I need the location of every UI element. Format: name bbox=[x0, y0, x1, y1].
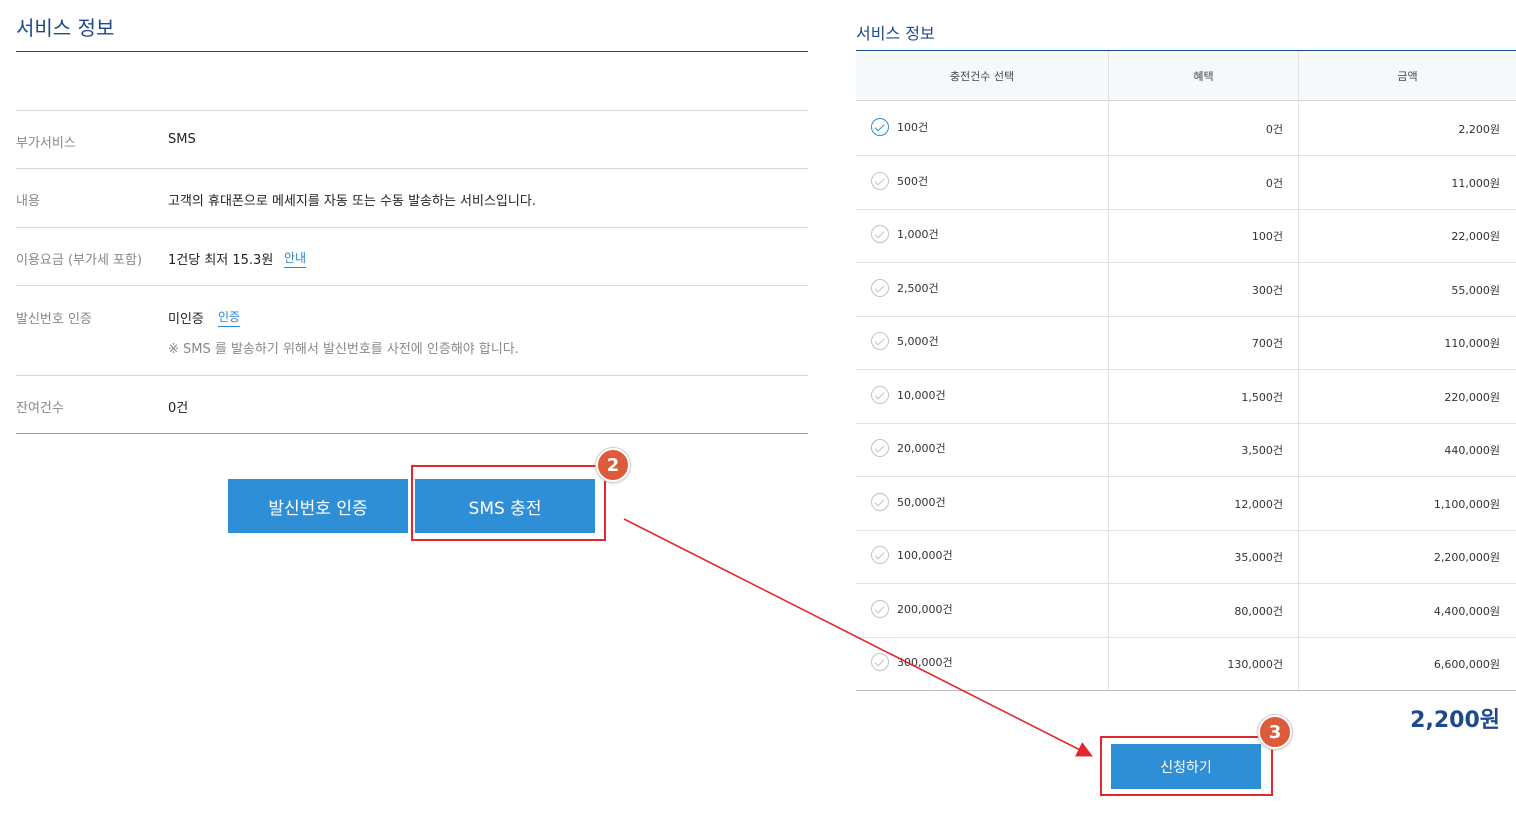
charge-count: 5,000건 bbox=[897, 335, 939, 348]
charge-amount: 6,600,000원 bbox=[1433, 658, 1500, 671]
unchecked-circle-icon[interactable] bbox=[871, 386, 889, 404]
charge-amount: 220,000원 bbox=[1444, 391, 1500, 404]
title-divider bbox=[16, 51, 808, 52]
benefit-count: 700건 bbox=[1251, 337, 1283, 350]
benefit-count: 35,000건 bbox=[1234, 551, 1283, 564]
charge-amount: 2,200,000원 bbox=[1433, 551, 1500, 564]
charge-amount: 55,000원 bbox=[1451, 284, 1500, 297]
charge-count: 10,000건 bbox=[897, 389, 946, 402]
section-title: 서비스 정보 bbox=[856, 24, 935, 43]
charge-count: 500건 bbox=[897, 175, 929, 188]
table-row[interactable]: 2,500건 300건 55,000원 bbox=[856, 263, 1516, 317]
benefit-count: 300건 bbox=[1251, 284, 1283, 297]
benefit-count: 12,000건 bbox=[1234, 498, 1283, 511]
row-addon-service: 부가서비스 SMS bbox=[16, 110, 808, 168]
charge-amount: 1,100,000원 bbox=[1433, 498, 1500, 511]
table-row[interactable]: 50,000건 12,000건 1,100,000원 bbox=[856, 477, 1516, 531]
charge-count: 2,500건 bbox=[897, 282, 939, 295]
verify-link[interactable]: 인증 bbox=[218, 308, 241, 327]
table-row[interactable]: 100건 0건 2,200원 bbox=[856, 102, 1516, 156]
column-header-benefit: 혜택 bbox=[1193, 70, 1214, 83]
unchecked-circle-icon[interactable] bbox=[871, 546, 889, 564]
unchecked-circle-icon[interactable] bbox=[871, 653, 889, 671]
charge-count: 1,000건 bbox=[897, 228, 939, 241]
unchecked-circle-icon[interactable] bbox=[871, 225, 889, 243]
benefit-count: 130,000건 bbox=[1227, 658, 1283, 671]
row-label: 이용요금 (부가세 포함) bbox=[16, 253, 143, 268]
benefit-count: 1,500건 bbox=[1241, 391, 1283, 404]
row-label: 잔여건수 bbox=[16, 401, 64, 416]
row-usage-fee: 이용요금 (부가세 포함) 1건당 최저 15.3원 안내 bbox=[16, 227, 808, 285]
row-label: 부가서비스 bbox=[16, 136, 76, 151]
column-header-count: 충전건수 선택 bbox=[949, 70, 1015, 83]
benefit-count: 0건 bbox=[1265, 177, 1283, 190]
benefit-count: 0건 bbox=[1265, 123, 1283, 136]
table-row[interactable]: 10,000건 1,500건 220,000원 bbox=[856, 370, 1516, 424]
charge-count: 20,000건 bbox=[897, 442, 946, 455]
charge-count: 100,000건 bbox=[897, 549, 953, 562]
unchecked-circle-icon[interactable] bbox=[871, 493, 889, 511]
charge-count: 300,000건 bbox=[897, 656, 953, 669]
unchecked-circle-icon[interactable] bbox=[871, 439, 889, 457]
step-badge-3: 3 bbox=[1258, 715, 1292, 749]
unchecked-circle-icon[interactable] bbox=[871, 279, 889, 297]
verification-note: ※ SMS 를 발송하기 위해서 발신번호를 사전에 인증해야 합니다. bbox=[168, 342, 519, 357]
row-value: 고객의 휴대폰으로 메세지를 자동 또는 수동 발송하는 서비스입니다. bbox=[168, 194, 536, 209]
bottom-divider bbox=[16, 433, 808, 434]
row-remaining-count: 잔여건수 0건 bbox=[16, 375, 808, 433]
charge-amount: 440,000원 bbox=[1444, 444, 1500, 457]
table-row[interactable]: 20,000건 3,500건 440,000원 bbox=[856, 423, 1516, 477]
total-amount: 2,200원 bbox=[1410, 708, 1500, 733]
charge-amount: 110,000원 bbox=[1444, 337, 1500, 350]
table-header: 충전건수 선택 혜택 금액 bbox=[856, 51, 1516, 101]
sender-verify-button[interactable]: 발신번호 인증 bbox=[228, 479, 408, 533]
row-description: 내용 고객의 휴대폰으로 메세지를 자동 또는 수동 발송하는 서비스입니다. bbox=[16, 168, 808, 227]
table-row[interactable]: 300,000건 130,000건 6,600,000원 bbox=[856, 637, 1516, 691]
charge-count: 50,000건 bbox=[897, 496, 946, 509]
highlight-box-step2 bbox=[411, 465, 606, 541]
row-sender-verification: 발신번호 인증 미인증 인증 ※ SMS 를 발송하기 위해서 발신번호를 사전… bbox=[16, 285, 808, 375]
row-value: SMS bbox=[168, 132, 196, 147]
table-bottom-rule bbox=[856, 690, 1516, 691]
charge-count: 200,000건 bbox=[897, 603, 953, 616]
table-row[interactable]: 1,000건 100건 22,000원 bbox=[856, 209, 1516, 263]
row-value: 0건 bbox=[168, 401, 189, 416]
table-row[interactable]: 100,000건 35,000건 2,200,000원 bbox=[856, 530, 1516, 584]
charge-amount: 11,000원 bbox=[1451, 177, 1500, 190]
benefit-count: 100건 bbox=[1251, 230, 1283, 243]
fee-info-link[interactable]: 안내 bbox=[284, 249, 307, 268]
row-label: 발신번호 인증 bbox=[16, 312, 92, 327]
row-value: 미인증 bbox=[168, 312, 204, 327]
benefit-count: 80,000건 bbox=[1234, 605, 1283, 618]
benefit-count: 3,500건 bbox=[1241, 444, 1283, 457]
row-value: 1건당 최저 15.3원 bbox=[168, 253, 274, 268]
page-title: 서비스 정보 bbox=[16, 16, 115, 40]
unchecked-circle-icon[interactable] bbox=[871, 600, 889, 618]
charge-amount: 4,400,000원 bbox=[1433, 605, 1500, 618]
charge-amount: 2,200원 bbox=[1458, 123, 1500, 136]
row-label: 내용 bbox=[16, 194, 40, 209]
checked-circle-icon[interactable] bbox=[871, 118, 889, 136]
charge-amount: 22,000원 bbox=[1451, 230, 1500, 243]
table-row[interactable]: 200,000건 80,000건 4,400,000원 bbox=[856, 584, 1516, 638]
highlight-box-step3 bbox=[1100, 736, 1273, 796]
table-row[interactable]: 5,000건 700건 110,000원 bbox=[856, 316, 1516, 370]
charge-count: 100건 bbox=[897, 121, 929, 134]
table-row[interactable]: 500건 0건 11,000원 bbox=[856, 156, 1516, 210]
column-header-amount: 금액 bbox=[1397, 70, 1418, 83]
step-badge-2: 2 bbox=[596, 448, 630, 482]
unchecked-circle-icon[interactable] bbox=[871, 172, 889, 190]
unchecked-circle-icon[interactable] bbox=[871, 332, 889, 350]
